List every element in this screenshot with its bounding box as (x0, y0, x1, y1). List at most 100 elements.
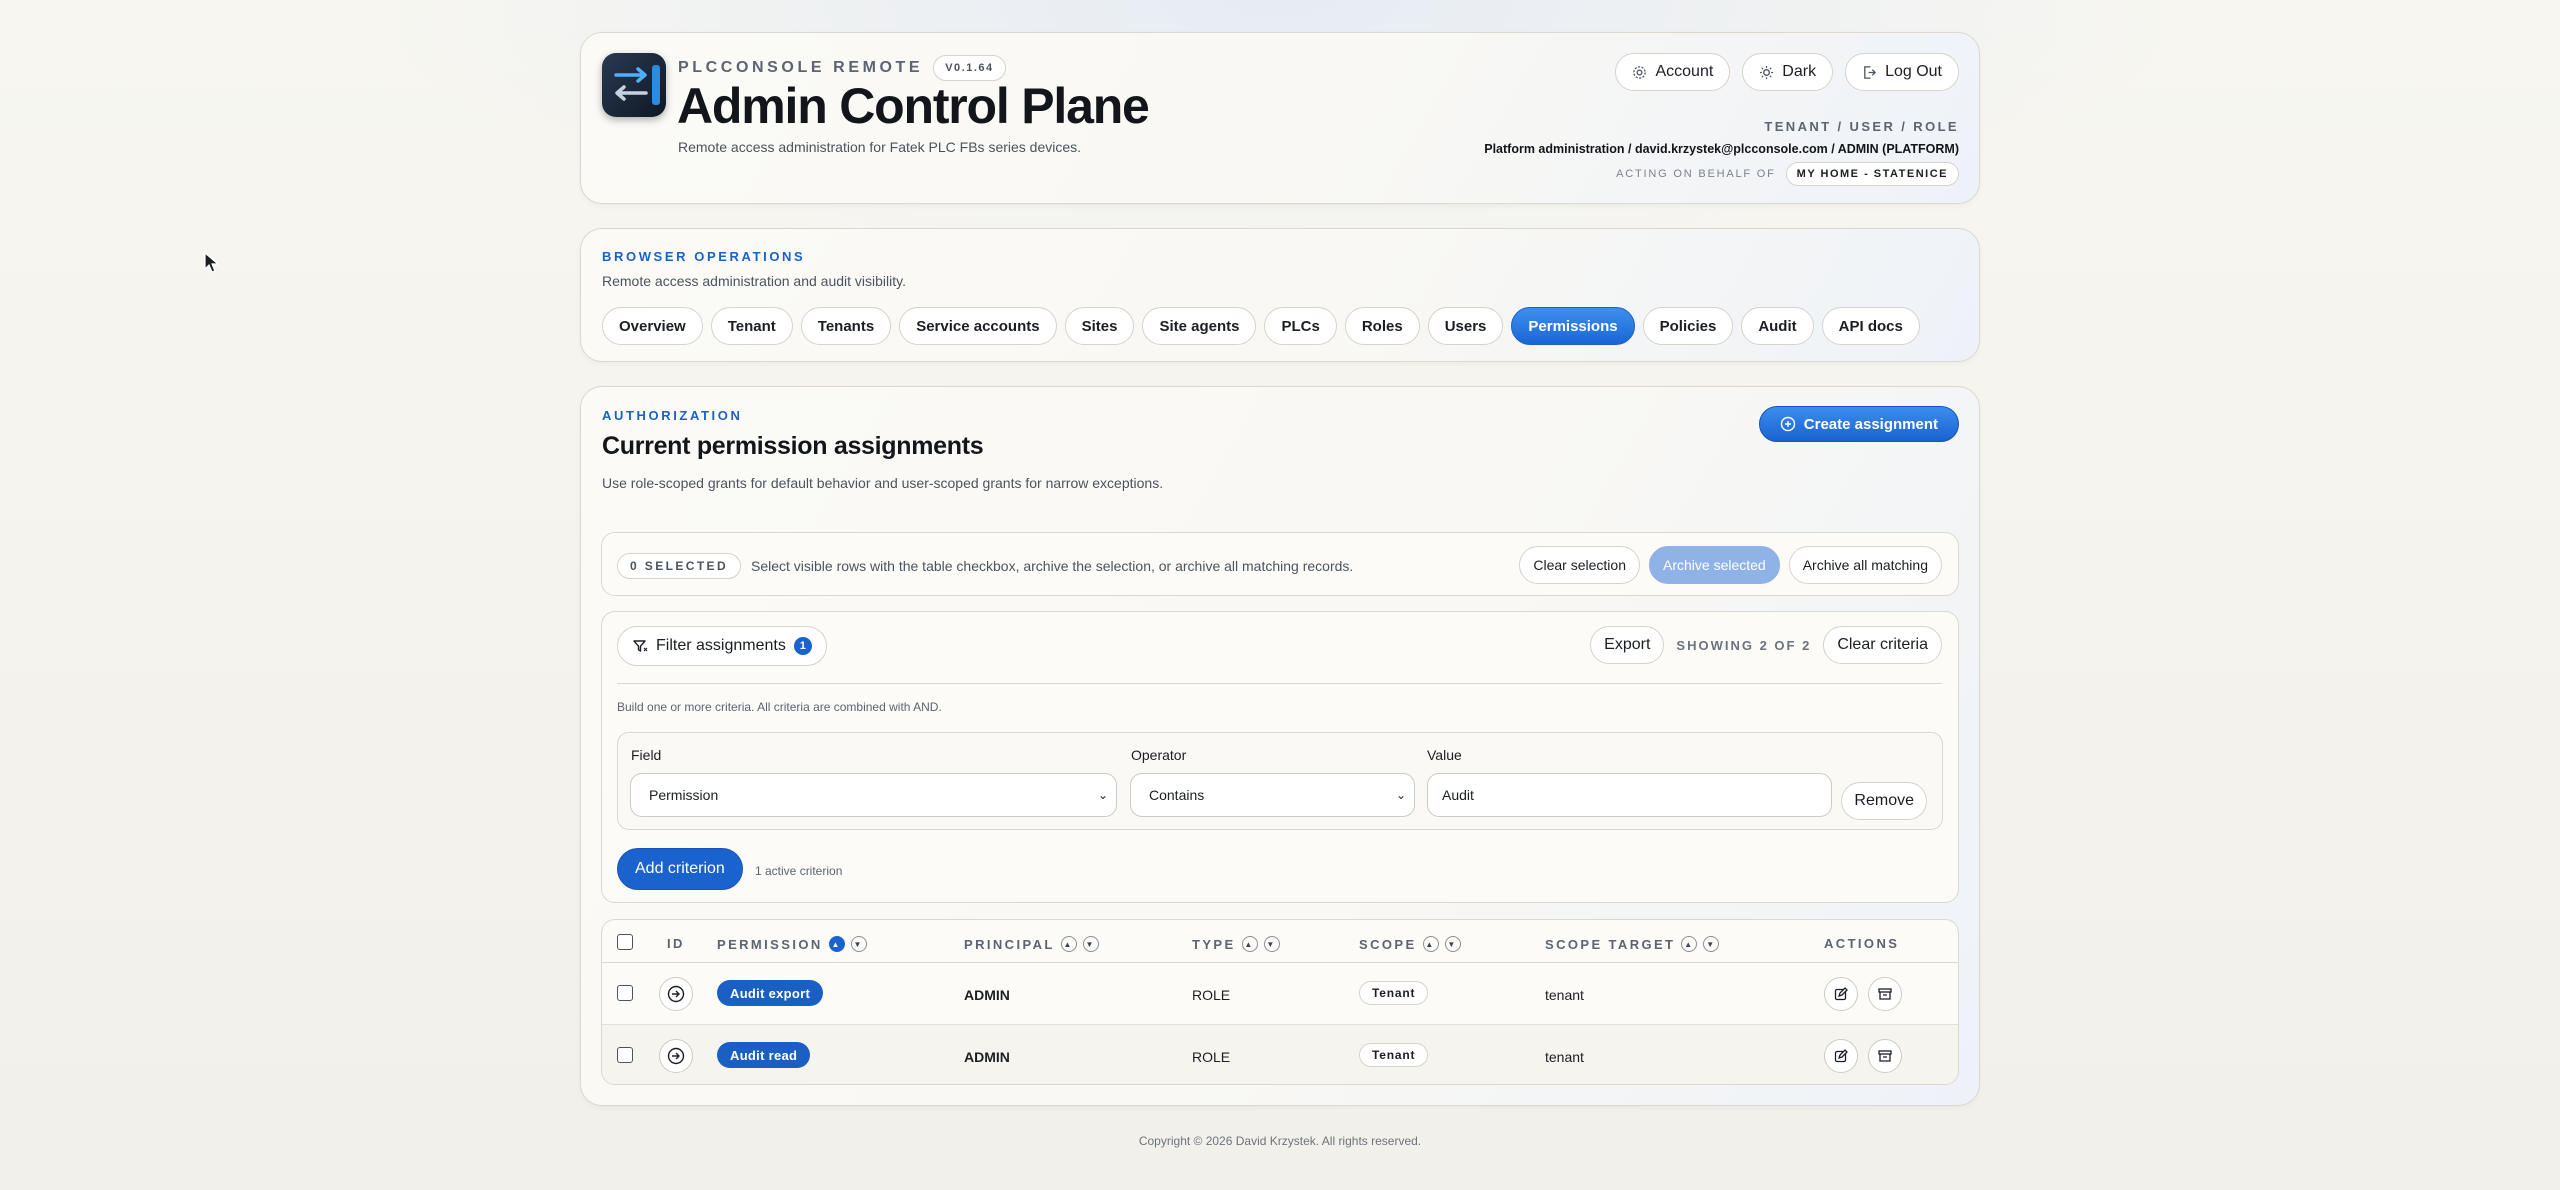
table-row: Audit export ADMIN ROLE Tenant tenant (602, 963, 1958, 1024)
page-subtitle: Remote access administration for Fatek P… (678, 139, 1082, 155)
sort-desc-icon[interactable]: ▼ (850, 936, 867, 952)
principal-cell: ADMIN (964, 1049, 1010, 1065)
page-title: Admin Control Plane (677, 78, 1150, 134)
column-header-scope-label: SCOPE (1359, 936, 1417, 952)
sort-asc-icon[interactable]: ▲ (828, 936, 845, 952)
clear-criteria-button[interactable]: Clear criteria (1823, 626, 1942, 664)
tab-permissions[interactable]: Permissions (1511, 307, 1635, 345)
criterion-row: Field Permission ⌄ Operator Contains ⌄ V… (617, 732, 1943, 830)
column-header-scope-target[interactable]: SCOPE TARGET ▲ ▼ (1545, 936, 1720, 952)
context-value: Platform administration / david.krzystek… (1484, 142, 1959, 156)
selection-actions: Clear selection Archive selected Archive… (1519, 546, 1942, 584)
filter-toggle-button[interactable]: Filter assignments 1 (617, 626, 827, 666)
archive-icon (1878, 1050, 1892, 1062)
field-select-value: Permission (649, 787, 719, 803)
column-header-id[interactable]: ID (667, 936, 685, 951)
principal-cell: ADMIN (964, 987, 1010, 1003)
column-header-type[interactable]: TYPE ▲ ▼ (1192, 936, 1280, 952)
column-header-type-label: TYPE (1192, 936, 1236, 952)
tab-plcs[interactable]: PLCs (1264, 307, 1337, 345)
tab-tenant[interactable]: Tenant (710, 307, 793, 345)
perm-eyebrow: AUTHORIZATION (602, 408, 743, 423)
archive-selected-button[interactable]: Archive selected (1649, 546, 1780, 584)
edit-button[interactable] (1824, 977, 1858, 1011)
field-label: Field (631, 747, 662, 763)
filter-toggle-label: Filter assignments (656, 637, 786, 654)
column-header-scope[interactable]: SCOPE ▲ ▼ (1359, 936, 1461, 952)
column-header-actions: ACTIONS (1824, 936, 1899, 951)
open-record-button[interactable] (659, 977, 693, 1011)
logout-icon (1864, 65, 1877, 79)
filter-actions: Export SHOWING 2 OF 2 Clear criteria (1590, 626, 1942, 664)
export-button[interactable]: Export (1590, 626, 1665, 664)
archive-button[interactable] (1868, 977, 1902, 1011)
tab-service-accounts[interactable]: Service accounts (899, 307, 1057, 345)
acting-tenant-badge[interactable]: MY HOME - STATENICE (1785, 162, 1959, 186)
open-record-button[interactable] (659, 1039, 693, 1073)
tab-site-agents[interactable]: Site agents (1142, 307, 1257, 345)
tab-policies[interactable]: Policies (1642, 307, 1734, 345)
edit-button[interactable] (1824, 1039, 1858, 1073)
selection-hint: Select visible rows with the table check… (751, 558, 1354, 574)
field-select[interactable]: Permission ⌄ (630, 773, 1117, 817)
create-assignment-button[interactable]: Create assignment (1758, 406, 1959, 442)
value-label: Value (1427, 747, 1462, 763)
value-input[interactable]: Audit (1427, 773, 1832, 817)
archive-button[interactable] (1868, 1039, 1902, 1073)
sun-icon (1760, 65, 1774, 79)
operator-select[interactable]: Contains ⌄ (1130, 773, 1415, 817)
column-header-actions-label: ACTIONS (1824, 936, 1900, 951)
theme-toggle-label: Dark (1782, 63, 1817, 80)
theme-toggle-button[interactable]: Dark (1742, 53, 1834, 91)
scope-chip: Tenant (1359, 981, 1429, 1005)
sort-desc-icon[interactable]: ▼ (1263, 936, 1280, 952)
tab-users[interactable]: Users (1427, 307, 1504, 345)
logout-button[interactable]: Log Out (1845, 53, 1959, 91)
sort-asc-icon[interactable]: ▲ (1060, 936, 1077, 952)
brand-name: PLCCONSOLE REMOTE (678, 59, 924, 76)
sort-desc-icon[interactable]: ▼ (1703, 936, 1720, 952)
sort-asc-icon[interactable]: ▲ (1422, 936, 1439, 952)
column-header-permission[interactable]: PERMISSION ▲ ▼ (717, 936, 867, 952)
archive-all-matching-button[interactable]: Archive all matching (1788, 546, 1942, 584)
sort-asc-icon[interactable]: ▲ (1681, 936, 1698, 952)
value-input-text: Audit (1442, 787, 1474, 803)
acting-row: ACTING ON BEHALF OF MY HOME - STATENICE (1484, 162, 1959, 186)
select-all-checkbox[interactable] (617, 934, 633, 950)
create-assignment-label: Create assignment (1803, 415, 1938, 433)
account-button-label: Account (1655, 63, 1714, 80)
account-button[interactable]: Account (1615, 53, 1731, 91)
add-criterion-button[interactable]: Add criterion (617, 848, 743, 890)
arrow-right-circle-icon (667, 1047, 685, 1065)
scope-target-cell: tenant (1545, 1049, 1584, 1065)
tab-tenants[interactable]: Tenants (800, 307, 892, 345)
ops-description: Remote access administration and audit v… (602, 273, 906, 289)
tab-api-docs[interactable]: API docs (1821, 307, 1920, 345)
column-header-id-label: ID (667, 936, 685, 951)
tab-audit[interactable]: Audit (1741, 307, 1814, 345)
acting-label: ACTING ON BEHALF OF (1616, 168, 1776, 180)
chevron-down-icon: ⌄ (1097, 788, 1108, 802)
filter-divider (617, 683, 1942, 684)
selection-bar: 0 SELECTED Select visible rows with the … (601, 532, 1959, 596)
gear-icon (1633, 65, 1647, 79)
row-checkbox[interactable] (617, 985, 633, 1001)
chevron-down-icon: ⌄ (1395, 788, 1406, 802)
tab-overview[interactable]: Overview (602, 307, 703, 345)
column-header-principal[interactable]: PRINCIPAL ▲ ▼ (964, 936, 1099, 952)
session-context: TENANT / USER / ROLE Platform administra… (1484, 119, 1959, 186)
header-actions: Account Dark Log Out (1615, 53, 1959, 91)
sort-asc-icon[interactable]: ▲ (1241, 936, 1258, 952)
tab-sites[interactable]: Sites (1064, 307, 1135, 345)
sort-desc-icon[interactable]: ▼ (1444, 936, 1461, 952)
clear-selection-button[interactable]: Clear selection (1519, 546, 1640, 584)
row-checkbox[interactable] (617, 1047, 633, 1063)
mouse-cursor-icon (204, 252, 220, 273)
remove-criterion-button[interactable]: Remove (1841, 782, 1927, 820)
tab-roles[interactable]: Roles (1344, 307, 1420, 345)
selected-count-badge: 0 SELECTED (617, 553, 742, 579)
table-row: Audit read ADMIN ROLE Tenant tenant (602, 1024, 1958, 1084)
sort-desc-icon[interactable]: ▼ (1082, 936, 1099, 952)
operator-select-value: Contains (1149, 787, 1205, 803)
context-label: TENANT / USER / ROLE (1764, 119, 1959, 134)
